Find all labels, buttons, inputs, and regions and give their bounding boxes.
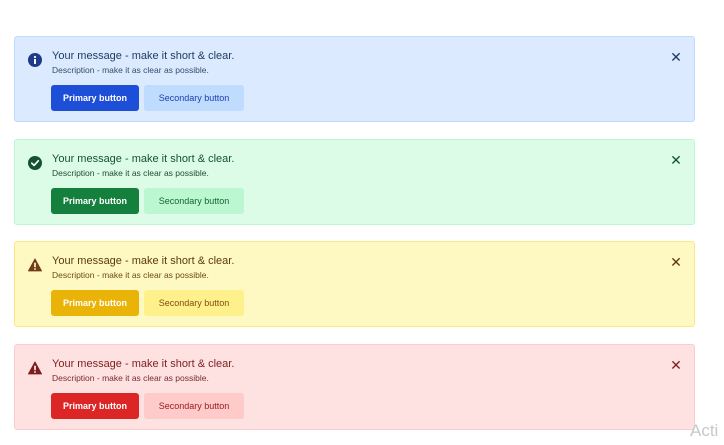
alert-description: Description - make it as clear as possib… xyxy=(52,373,209,383)
alerts-page: Your message - make it short & clear. De… xyxy=(0,0,724,445)
alert-success: Your message - make it short & clear. De… xyxy=(14,139,695,225)
warning-triangle-icon xyxy=(28,258,42,272)
alert-description: Description - make it as clear as possib… xyxy=(52,270,209,280)
secondary-button[interactable]: Secondary button xyxy=(144,290,244,316)
alert-description: Description - make it as clear as possib… xyxy=(52,168,209,178)
close-icon[interactable]: ✕ xyxy=(669,358,683,372)
secondary-button[interactable]: Secondary button xyxy=(144,85,244,111)
alert-warning: Your message - make it short & clear. De… xyxy=(14,241,695,327)
alert-description: Description - make it as clear as possib… xyxy=(52,65,209,75)
primary-button[interactable]: Primary button xyxy=(51,393,139,419)
alert-info: Your message - make it short & clear. De… xyxy=(14,36,695,122)
alert-message: Your message - make it short & clear. xyxy=(52,50,235,62)
error-triangle-icon xyxy=(28,361,42,375)
alert-message: Your message - make it short & clear. xyxy=(52,255,235,267)
alert-message: Your message - make it short & clear. xyxy=(52,358,235,370)
close-icon[interactable]: ✕ xyxy=(669,50,683,64)
alert-message: Your message - make it short & clear. xyxy=(52,153,235,165)
info-icon xyxy=(28,53,42,67)
secondary-button[interactable]: Secondary button xyxy=(144,188,244,214)
activation-watermark: Acti xyxy=(690,421,719,440)
primary-button[interactable]: Primary button xyxy=(51,188,139,214)
primary-button[interactable]: Primary button xyxy=(51,85,139,111)
close-icon[interactable]: ✕ xyxy=(669,153,683,167)
secondary-button[interactable]: Secondary button xyxy=(144,393,244,419)
check-circle-icon xyxy=(28,156,42,170)
primary-button[interactable]: Primary button xyxy=(51,290,139,316)
alert-error: Your message - make it short & clear. De… xyxy=(14,344,695,430)
close-icon[interactable]: ✕ xyxy=(669,255,683,269)
